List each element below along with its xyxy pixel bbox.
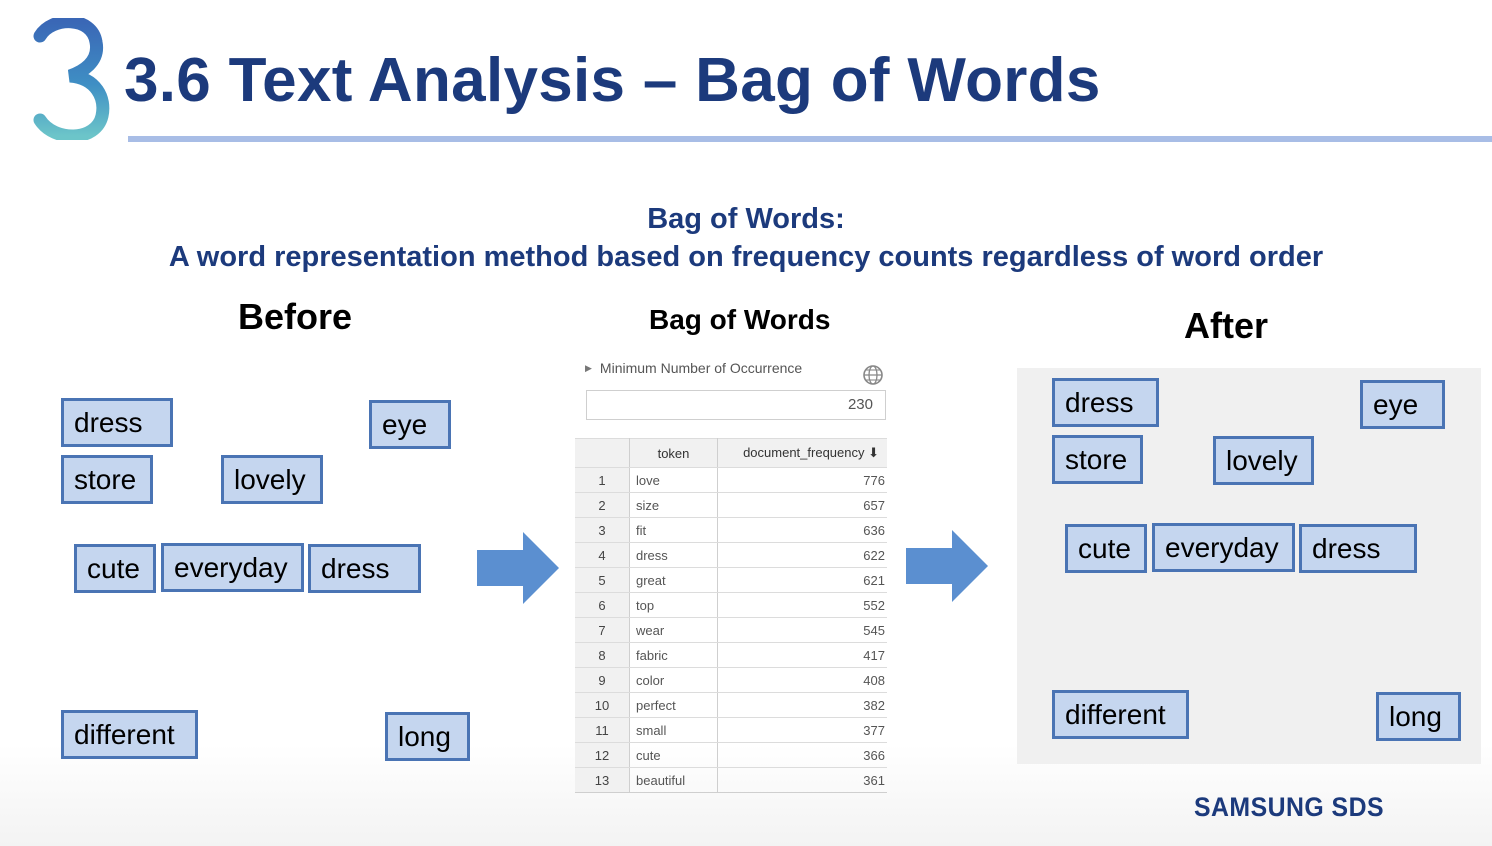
table-row: 12 cute 366 bbox=[575, 742, 887, 768]
row-index: 11 bbox=[575, 717, 630, 743]
token-cell: wear bbox=[629, 617, 718, 643]
word-card: lovely bbox=[1213, 436, 1314, 485]
row-index: 12 bbox=[575, 742, 630, 768]
token-cell: dress bbox=[629, 542, 718, 568]
page-title: 3.6 Text Analysis – Bag of Words bbox=[124, 46, 1101, 115]
frequency-cell: 377 bbox=[717, 717, 887, 743]
token-cell: fit bbox=[629, 517, 718, 543]
frequency-cell: 361 bbox=[717, 767, 887, 793]
row-index: 8 bbox=[575, 642, 630, 668]
row-index: 7 bbox=[575, 617, 630, 643]
row-index: 9 bbox=[575, 667, 630, 693]
b-logo-icon bbox=[32, 18, 110, 140]
table-row: 11 small 377 bbox=[575, 717, 887, 743]
row-index: 6 bbox=[575, 592, 630, 618]
frequency-cell: 636 bbox=[717, 517, 887, 543]
row-index: 13 bbox=[575, 767, 630, 793]
table-row: 13 beautiful 361 bbox=[575, 767, 887, 793]
table-row: 6 top 552 bbox=[575, 592, 887, 618]
word-card: dress bbox=[1299, 524, 1417, 573]
frequency-cell: 621 bbox=[717, 567, 887, 593]
table-row: 10 perfect 382 bbox=[575, 692, 887, 718]
word-card: dress bbox=[61, 398, 173, 447]
word-card: long bbox=[385, 712, 470, 761]
subtitle-heading: Bag of Words: bbox=[647, 203, 845, 235]
right-arrow-icon bbox=[477, 532, 559, 604]
word-card: different bbox=[1052, 690, 1189, 739]
token-cell: love bbox=[629, 467, 718, 493]
word-card: long bbox=[1376, 692, 1461, 741]
table-row: 9 color 408 bbox=[575, 667, 887, 693]
frequency-table: token document_frequency ⬇ 1 love 776 2 siz… bbox=[575, 438, 887, 793]
frequency-cell: 776 bbox=[717, 467, 887, 493]
table-row: 4 dress 622 bbox=[575, 542, 887, 568]
word-card: lovely bbox=[221, 455, 323, 504]
token-cell: great bbox=[629, 567, 718, 593]
token-cell: size bbox=[629, 492, 718, 518]
index-column-header bbox=[575, 438, 630, 468]
subtitle-definition: A word representation method based on fr… bbox=[168, 241, 1324, 273]
token-cell: top bbox=[629, 592, 718, 618]
word-card: dress bbox=[308, 544, 421, 593]
table-row: 2 size 657 bbox=[575, 492, 887, 518]
frequency-cell: 382 bbox=[717, 692, 887, 718]
row-index: 5 bbox=[575, 567, 630, 593]
word-card: eye bbox=[369, 400, 451, 449]
frequency-cell: 417 bbox=[717, 642, 887, 668]
word-card: different bbox=[61, 710, 198, 759]
table-row: 5 great 621 bbox=[575, 567, 887, 593]
min-occurrence-label: ▶ Minimum Number of Occurrence bbox=[585, 360, 802, 376]
table-header-row: token document_frequency ⬇ bbox=[575, 438, 887, 468]
word-card: everyday bbox=[1152, 523, 1295, 572]
word-card: eye bbox=[1360, 380, 1445, 429]
frequency-cell: 545 bbox=[717, 617, 887, 643]
frequency-cell: 552 bbox=[717, 592, 887, 618]
table-row: 7 wear 545 bbox=[575, 617, 887, 643]
word-card: dress bbox=[1052, 378, 1159, 427]
frequency-cell: 657 bbox=[717, 492, 887, 518]
frequency-cell: 408 bbox=[717, 667, 887, 693]
title-divider bbox=[128, 136, 1492, 142]
row-index: 2 bbox=[575, 492, 630, 518]
token-cell: cute bbox=[629, 742, 718, 768]
brand-logo: SAMSUNG SDS bbox=[1194, 792, 1385, 822]
row-index: 1 bbox=[575, 467, 630, 493]
globe-icon[interactable] bbox=[862, 364, 884, 386]
row-index: 4 bbox=[575, 542, 630, 568]
token-cell: color bbox=[629, 667, 718, 693]
frequency-column-header[interactable]: document_frequency ⬇ bbox=[717, 438, 887, 468]
word-card: store bbox=[61, 455, 153, 504]
table-row: 1 love 776 bbox=[575, 467, 887, 493]
token-cell: perfect bbox=[629, 692, 718, 718]
table-row: 3 fit 636 bbox=[575, 517, 887, 543]
word-card: everyday bbox=[161, 543, 304, 592]
row-index: 10 bbox=[575, 692, 630, 718]
token-cell: beautiful bbox=[629, 767, 718, 793]
frequency-cell: 366 bbox=[717, 742, 887, 768]
word-card: cute bbox=[1065, 524, 1147, 573]
word-card: store bbox=[1052, 435, 1143, 484]
table-row: 8 fabric 417 bbox=[575, 642, 887, 668]
frequency-cell: 622 bbox=[717, 542, 887, 568]
token-cell: small bbox=[629, 717, 718, 743]
word-card: cute bbox=[74, 544, 156, 593]
min-occurrence-text: Minimum Number of Occurrence bbox=[599, 360, 803, 376]
expand-triangle-icon[interactable]: ▶ bbox=[585, 363, 592, 373]
before-heading: Before bbox=[238, 296, 353, 337]
min-occurrence-input[interactable]: 230 bbox=[586, 390, 886, 420]
bag-of-words-heading: Bag of Words bbox=[649, 304, 831, 335]
token-column-header[interactable]: token bbox=[629, 438, 718, 468]
token-cell: fabric bbox=[629, 642, 718, 668]
after-heading: After bbox=[1184, 305, 1269, 346]
row-index: 3 bbox=[575, 517, 630, 543]
right-arrow-icon bbox=[906, 530, 988, 602]
